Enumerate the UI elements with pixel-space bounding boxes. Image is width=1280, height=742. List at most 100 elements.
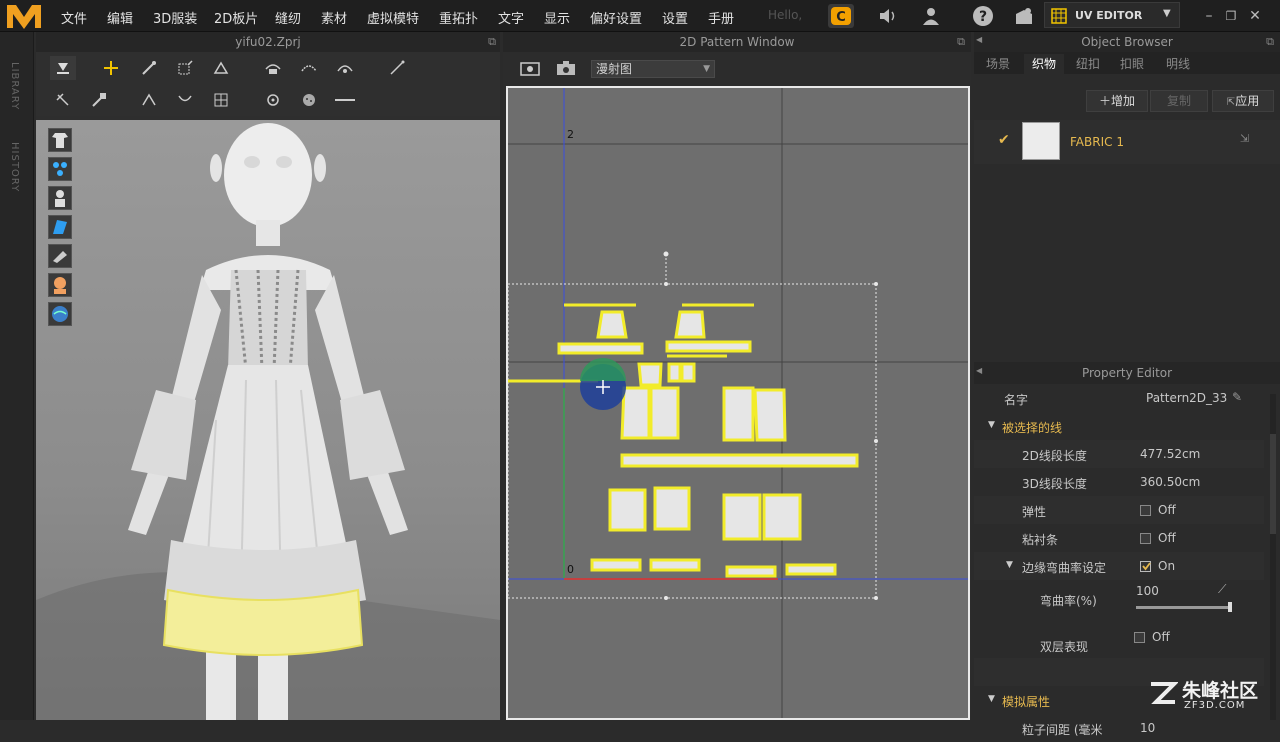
- snapshot-icon[interactable]: [517, 56, 543, 80]
- add-fabric-button[interactable]: ＋增加: [1086, 90, 1148, 112]
- menu-display[interactable]: 显示: [544, 8, 570, 27]
- expand-triangle-icon[interactable]: ▼: [988, 694, 995, 704]
- fabric-texture-icon[interactable]: [48, 215, 72, 239]
- edit-pencil-icon[interactable]: ✎: [1232, 390, 1242, 404]
- collapse-icon[interactable]: ◀: [976, 35, 982, 44]
- copy-fabric-button[interactable]: 复制: [1150, 90, 1208, 112]
- menu-2d-pattern[interactable]: 2D板片: [214, 8, 258, 27]
- curvature-slider[interactable]: [1136, 602, 1232, 612]
- steam-icon[interactable]: [136, 88, 162, 112]
- tack-on-arrangement-icon[interactable]: [332, 56, 358, 80]
- buttonhole-icon[interactable]: [296, 88, 322, 112]
- fabric-list-item[interactable]: ✔ FABRIC 1 ⇲: [974, 120, 1280, 164]
- menu-manual[interactable]: 手册: [708, 8, 734, 27]
- fold-arrangement-icon[interactable]: [136, 56, 162, 80]
- uv-editor-button[interactable]: UV EDITOR ▼: [1044, 2, 1180, 28]
- button-tool-icon[interactable]: [260, 88, 286, 112]
- help-icon[interactable]: ?: [970, 4, 996, 28]
- elastic-value: Off: [1158, 503, 1176, 517]
- tab-fabric[interactable]: 织物: [1024, 54, 1064, 74]
- transform-pattern-icon[interactable]: [98, 56, 124, 80]
- menu-file[interactable]: 文件: [61, 8, 87, 27]
- fusible-checkbox[interactable]: [1140, 533, 1151, 544]
- grid-cloth-icon[interactable]: [208, 88, 234, 112]
- double-checkbox[interactable]: [1134, 632, 1145, 643]
- property-editor-header: ◀ Property Editor: [974, 362, 1280, 384]
- scrollbar-thumb[interactable]: [1270, 434, 1276, 534]
- avatar-display-icon[interactable]: [48, 186, 72, 210]
- tab-buttonhole[interactable]: 扣眼: [1114, 54, 1150, 74]
- prop-section-selected-line[interactable]: ▼ 被选择的线: [974, 412, 1264, 440]
- curvature-setting-checkbox[interactable]: [1140, 561, 1151, 572]
- library-tab[interactable]: LIBRARY: [9, 62, 20, 110]
- history-tab[interactable]: HISTORY: [9, 142, 20, 192]
- tab-topstitch[interactable]: 明线: [1160, 54, 1196, 74]
- tab-button[interactable]: 纽扣: [1070, 54, 1106, 74]
- environment-globe-icon[interactable]: [48, 302, 72, 326]
- view-mode-select[interactable]: 漫射图 ▼: [591, 60, 715, 78]
- expand-triangle-icon[interactable]: ▼: [1006, 560, 1013, 570]
- fabric-export-icon[interactable]: ⇲: [1240, 132, 1249, 145]
- show-particles-icon[interactable]: [48, 157, 72, 181]
- measure-icon[interactable]: [384, 56, 410, 80]
- strain-map-icon[interactable]: [48, 244, 72, 268]
- menu-edit[interactable]: 编辑: [107, 8, 133, 27]
- expand-window-icon[interactable]: ⧉: [1266, 35, 1274, 49]
- chevron-down-icon[interactable]: ▼: [1163, 8, 1171, 19]
- transform-box-icon[interactable]: [172, 56, 198, 80]
- expand-window-icon[interactable]: ⧉: [488, 35, 496, 49]
- prop-row-2d-length: 2D线段长度 477.52cm: [974, 440, 1264, 468]
- show-avatar-icon[interactable]: [48, 128, 72, 152]
- curvature-value[interactable]: 100: [1136, 584, 1159, 598]
- property-scrollbar[interactable]: [1270, 394, 1276, 720]
- prop-row-curvature-setting[interactable]: ▼ 边缘弯曲率设定 On: [974, 552, 1264, 580]
- pin-icon[interactable]: [50, 88, 76, 112]
- avatar-skin-icon[interactable]: [48, 273, 72, 297]
- shrink-icon[interactable]: [172, 88, 198, 112]
- clo-connect-icon[interactable]: C: [828, 4, 854, 28]
- curvature-slider-thumb[interactable]: [1228, 602, 1232, 612]
- menu-avatar[interactable]: 虚拟模特: [367, 8, 419, 27]
- close-icon[interactable]: ✕: [1242, 4, 1268, 28]
- name-value[interactable]: Pattern2D_33: [1146, 391, 1227, 405]
- selected-line-section: 被选择的线: [1002, 421, 1063, 435]
- curvature-setting-value: On: [1158, 559, 1176, 573]
- axis-label-top: 2: [567, 128, 574, 141]
- tab-scene[interactable]: 场景: [980, 54, 1016, 74]
- apply-fabric-button[interactable]: ⇱应用: [1212, 90, 1274, 112]
- menu-preferences[interactable]: 偏好设置: [590, 8, 642, 27]
- menu-3d-garment[interactable]: 3D服装: [153, 8, 197, 27]
- tack-icon[interactable]: [260, 56, 286, 80]
- eyedropper-icon[interactable]: ⟋: [1218, 582, 1226, 597]
- 3d-window-title: yifu02.Zprj: [36, 32, 500, 52]
- menu-settings[interactable]: 设置: [662, 8, 688, 27]
- pin-box-icon[interactable]: [86, 88, 112, 112]
- user-icon[interactable]: [918, 4, 944, 28]
- expand-triangle-icon[interactable]: ▼: [988, 420, 995, 430]
- select-move-icon[interactable]: [50, 56, 76, 80]
- expand-window-icon[interactable]: ⧉: [957, 35, 965, 49]
- particle-value[interactable]: 10: [1140, 721, 1155, 735]
- app-logo[interactable]: [4, 1, 44, 31]
- 2d-pattern-viewport[interactable]: 2 0: [506, 86, 970, 720]
- pattern-canvas[interactable]: [508, 88, 970, 720]
- menu-text[interactable]: 文字: [498, 8, 524, 27]
- double-value: Off: [1152, 630, 1170, 644]
- line-2d-value[interactable]: 477.52cm: [1140, 447, 1200, 461]
- capture-icon[interactable]: [553, 56, 579, 80]
- elastic-checkbox[interactable]: [1140, 505, 1151, 516]
- restore-icon[interactable]: ❐: [1218, 4, 1244, 28]
- chevron-down-icon[interactable]: ▼: [703, 61, 710, 77]
- menu-sewing[interactable]: 缝纫: [275, 8, 301, 27]
- speaker-icon[interactable]: [876, 4, 902, 28]
- avatar-with-dress[interactable]: [36, 120, 500, 720]
- menu-materials[interactable]: 素材: [321, 8, 347, 27]
- plus-icon: ＋: [1098, 94, 1111, 108]
- prop-row-curvature: 弯曲率(%) 100 ⟋: [974, 580, 1264, 620]
- tack-on-avatar-icon[interactable]: [296, 56, 322, 80]
- topstitch-icon[interactable]: [332, 88, 358, 112]
- menu-retopology[interactable]: 重拓扑: [439, 8, 478, 27]
- flatten-icon[interactable]: [208, 56, 234, 80]
- 3d-viewport[interactable]: [36, 120, 500, 720]
- plugin-icon[interactable]: [1011, 4, 1037, 28]
